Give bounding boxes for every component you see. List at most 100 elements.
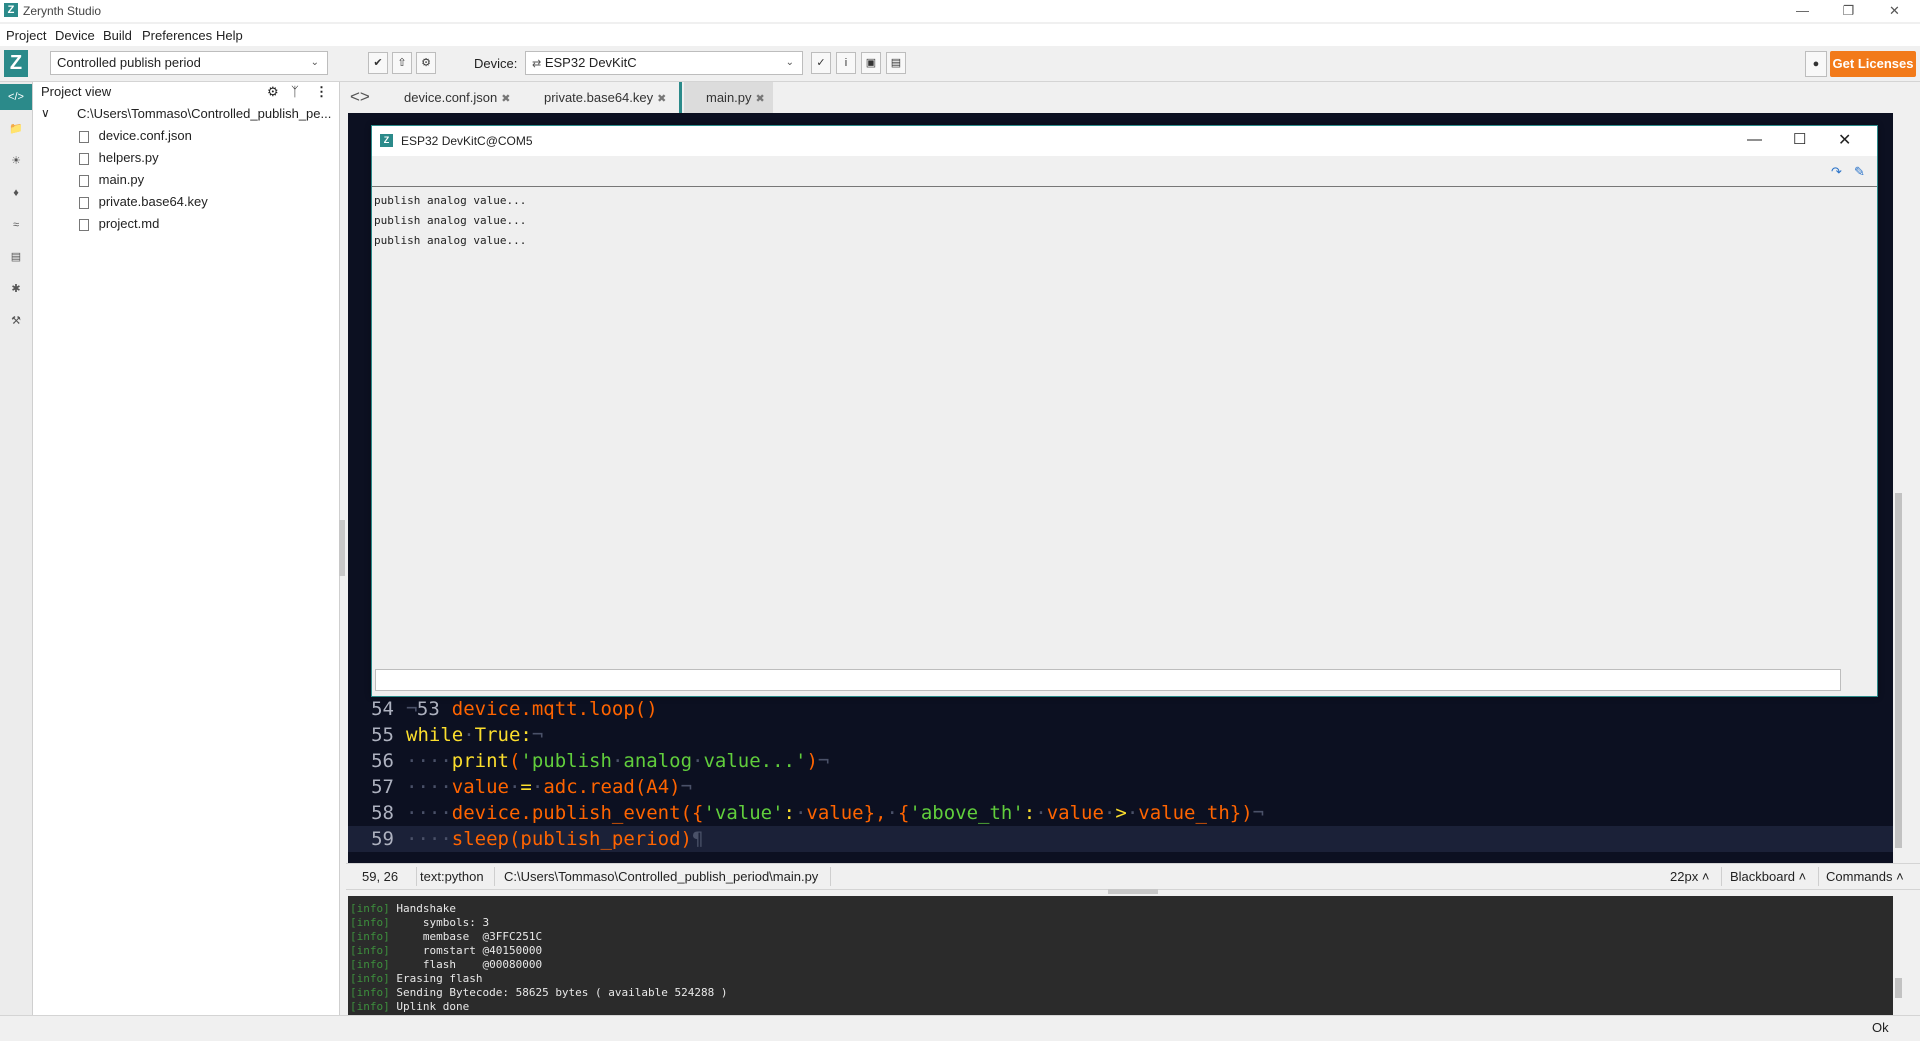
- project-root-folder[interactable]: C:\Users\Tommaso\Controlled_publish_pe..…: [77, 106, 331, 121]
- status-ok: Ok: [1872, 1020, 1889, 1035]
- autoscroll-icon[interactable]: ↷: [1831, 164, 1842, 180]
- project-view-title: Project view: [41, 84, 112, 99]
- chevron-up-icon: ˄: [1896, 869, 1904, 884]
- code-token: ·: [692, 750, 704, 772]
- folder-icon[interactable]: 📁: [8, 121, 24, 137]
- file-name: device.conf.json: [98, 128, 192, 143]
- tab-label: device.conf.json: [404, 90, 498, 105]
- code-token: while: [406, 724, 464, 746]
- console-line: [info] membase @3FFC251C: [350, 930, 542, 944]
- more-options-icon[interactable]: ⋮: [315, 84, 328, 100]
- rss-icon[interactable]: ≈: [8, 217, 24, 233]
- debug-icon[interactable]: ⚙: [416, 52, 436, 74]
- register-device-icon[interactable]: ✓: [811, 52, 831, 74]
- serial-input-field[interactable]: [375, 669, 1841, 691]
- menu-project[interactable]: Project: [6, 28, 46, 43]
- code-token: {: [897, 802, 910, 824]
- line-number: 58: [371, 802, 394, 824]
- code-token: sleep(publish_period): [451, 828, 692, 850]
- bug-icon[interactable]: ✱: [8, 281, 24, 297]
- console-line: [info] Uplink done: [350, 1000, 469, 1014]
- separator: [1721, 867, 1722, 886]
- close-tab-icon[interactable]: ✖: [657, 93, 666, 105]
- verify-icon[interactable]: ✔: [368, 52, 388, 74]
- file-name: helpers.py: [98, 150, 159, 165]
- maximize-icon[interactable]: ☐: [1793, 130, 1806, 148]
- file-item[interactable]: private.base64.key: [79, 194, 208, 209]
- restore-icon[interactable]: ❐: [1826, 0, 1871, 22]
- editor-scrollbar[interactable]: [1893, 113, 1904, 863]
- code-token: ····: [406, 802, 452, 824]
- device-info-icon[interactable]: i: [836, 52, 856, 74]
- close-icon[interactable]: ✕: [1872, 0, 1917, 22]
- file-icon: [79, 130, 89, 143]
- upload-icon[interactable]: ⇧: [392, 52, 412, 74]
- get-licenses-button[interactable]: Get Licenses: [1830, 51, 1916, 77]
- scrollbar-thumb[interactable]: [1895, 978, 1902, 998]
- code-token: device.publish_event({: [451, 802, 704, 824]
- separator: [494, 867, 495, 886]
- settings-icon[interactable]: ⚙: [267, 84, 279, 100]
- console-scrollbar[interactable]: [1893, 896, 1904, 1015]
- menu-preferences[interactable]: Preferences: [142, 28, 212, 43]
- usb-icon: ⇄: [532, 58, 542, 70]
- minimize-icon[interactable]: —: [1780, 0, 1825, 22]
- user-icon[interactable]: ●: [1805, 51, 1827, 77]
- log-level-tag: [info]: [350, 958, 390, 971]
- code-navigate-icon[interactable]: <>: [350, 87, 370, 107]
- code-token: ¬: [680, 776, 693, 798]
- file-item[interactable]: project.md: [79, 216, 159, 231]
- commands-menu[interactable]: Commands ˄: [1826, 869, 1904, 884]
- project-view-panel: Project view ⚙ ᛉ ⋮ ∨ C:\Users\Tommaso\Co…: [33, 82, 340, 1015]
- font-size-selector[interactable]: 22px ˄: [1670, 869, 1709, 884]
- code-token: :: [520, 724, 532, 746]
- device-icon[interactable]: ▤: [8, 249, 24, 265]
- console-line: [info] Sending Bytecode: 58625 bytes ( a…: [350, 986, 728, 1000]
- device-select[interactable]: ⇄ ESP32 DevKitC ⌄: [525, 51, 803, 75]
- menu-help[interactable]: Help: [216, 28, 243, 43]
- file-item[interactable]: device.conf.json: [79, 128, 192, 143]
- code-token: value: [1046, 802, 1104, 824]
- code-line: 57 ····value·=·adc.read(A4)¬: [348, 774, 692, 800]
- file-name: main.py: [98, 172, 145, 187]
- close-icon[interactable]: ✕: [1838, 130, 1851, 150]
- code-token: 'above_th': [909, 802, 1024, 824]
- project-select[interactable]: Controlled publish period ⌄: [50, 51, 328, 75]
- menu-build[interactable]: Build: [103, 28, 132, 43]
- log-level-tag: [info]: [350, 916, 390, 929]
- expand-chevron-icon[interactable]: ∨: [41, 106, 50, 120]
- menu-device[interactable]: Device: [55, 28, 95, 43]
- theme-selector[interactable]: Blackboard ˄: [1730, 869, 1806, 884]
- code-token: >: [1115, 802, 1127, 824]
- puzzle-icon[interactable]: ♦: [8, 185, 24, 201]
- log-level-tag: [info]: [350, 902, 390, 915]
- minimize-icon[interactable]: —: [1747, 131, 1762, 148]
- console-splitter-handle[interactable]: [1108, 889, 1158, 894]
- wrench-icon[interactable]: ⚒: [8, 313, 24, 329]
- code-token: ·: [1126, 802, 1139, 824]
- file-item[interactable]: main.py: [79, 172, 144, 187]
- close-tab-icon[interactable]: ✖: [501, 93, 510, 105]
- tab-device-conf[interactable]: device.conf.json ✖: [396, 82, 518, 113]
- file-item[interactable]: helpers.py: [79, 150, 159, 165]
- cursor-position: 59, 26: [362, 869, 399, 884]
- tab-private-key[interactable]: private.base64.key ✖: [536, 82, 674, 113]
- log-level-tag: [info]: [350, 972, 390, 985]
- lightbulb-icon[interactable]: ☀: [8, 153, 24, 169]
- tab-main-py[interactable]: main.py ✖: [684, 82, 773, 113]
- code-icon[interactable]: </>: [8, 89, 24, 105]
- scrollbar-thumb[interactable]: [1895, 493, 1902, 848]
- clear-eraser-icon[interactable]: ✎: [1854, 164, 1865, 180]
- log-text: romstart @40150000: [389, 944, 543, 957]
- serial-monitor-icon[interactable]: ▤: [886, 52, 906, 74]
- serial-monitor-titlebar[interactable]: Z ESP32 DevKitC@COM5 — ☐ ✕: [372, 126, 1877, 156]
- log-level-tag: [info]: [350, 930, 390, 943]
- language-mode[interactable]: text:python: [420, 869, 484, 884]
- code-token: =: [520, 776, 532, 798]
- panel-splitter-handle[interactable]: [339, 520, 345, 576]
- serial-monitor-window: Z ESP32 DevKitC@COM5 — ☐ ✕ ↷ ✎ publish a…: [371, 125, 1878, 697]
- git-branch-icon[interactable]: ᛉ: [291, 84, 299, 99]
- virtualize-icon[interactable]: ▣: [861, 52, 881, 74]
- close-tab-icon[interactable]: ✖: [756, 93, 765, 105]
- file-icon: [79, 196, 89, 209]
